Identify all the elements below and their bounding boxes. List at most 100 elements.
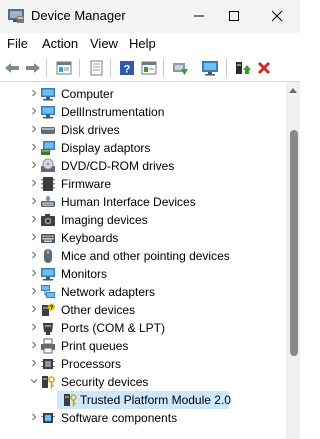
chevron-right-icon[interactable] <box>27 356 41 370</box>
tree-item-disk-drives[interactable]: Disk drives <box>0 121 286 139</box>
tree-item-monitors[interactable]: Monitors <box>0 265 286 283</box>
computer-icon <box>41 88 55 101</box>
chevron-right-icon[interactable] <box>27 212 41 226</box>
tree-item-label: Software components <box>61 411 178 425</box>
view-button[interactable] <box>138 57 160 79</box>
tree-item-ports[interactable]: Ports (COM & LPT) <box>0 319 286 337</box>
tree-item-software-components[interactable]: Software components <box>0 409 286 427</box>
chevron-right-icon[interactable] <box>27 320 41 334</box>
tree-item-label: Trusted Platform Module 2.0 <box>80 393 231 407</box>
title-bar: Device Manager <box>0 0 300 33</box>
tree-item-mice[interactable]: Mice and other pointing devices <box>0 247 286 265</box>
tree-item-tpm[interactable]: Trusted Platform Module 2.0 <box>0 391 286 409</box>
chevron-right-icon[interactable] <box>27 122 41 136</box>
close-icon <box>271 10 283 22</box>
view-icon <box>141 61 157 75</box>
chevron-right-icon[interactable] <box>27 176 41 190</box>
maximize-icon <box>229 11 239 21</box>
menu-help[interactable]: Help <box>129 36 156 51</box>
update-driver-icon <box>173 63 188 75</box>
tree-item-security-devices[interactable]: Security devices <box>0 373 286 391</box>
network-adapter-icon <box>41 285 55 298</box>
tree-item-label: Keyboards <box>61 231 119 245</box>
chevron-right-icon[interactable] <box>27 302 41 316</box>
tree-item-other-devices[interactable]: ? Other devices <box>0 301 286 319</box>
chevron-right-icon[interactable] <box>27 86 41 100</box>
close-button[interactable] <box>258 2 296 30</box>
scrollbar-thumb[interactable] <box>290 130 298 356</box>
tree-item-label: DVD/CD-ROM drives <box>61 159 175 173</box>
scroll-up-arrow-icon[interactable] <box>288 86 298 96</box>
firmware-icon <box>41 177 55 191</box>
help-icon: ? <box>120 61 134 76</box>
minimize-button[interactable] <box>180 2 218 30</box>
enable-device-button[interactable] <box>232 57 254 79</box>
port-icon <box>43 323 53 335</box>
forward-button[interactable] <box>22 57 44 79</box>
uninstall-icon <box>257 61 271 75</box>
tree-item-label: Display adaptors <box>61 141 151 155</box>
toolbar-separator <box>79 59 80 77</box>
tree-item-label: Print queues <box>61 339 129 353</box>
keyboard-icon <box>41 234 55 243</box>
uninstall-button[interactable] <box>253 57 275 79</box>
tree-item-label: Mice and other pointing devices <box>61 249 230 263</box>
tree-item-dellinstrumentation[interactable]: DellInstrumentation <box>0 103 286 121</box>
window-title: Device Manager <box>31 8 126 23</box>
chevron-right-icon[interactable] <box>27 104 41 118</box>
tree-item-label: Disk drives <box>61 123 120 137</box>
chevron-down-icon[interactable] <box>27 374 41 388</box>
chevron-right-icon[interactable] <box>27 266 41 280</box>
svg-text:?: ? <box>124 64 131 76</box>
tree-item-human-interface-devices[interactable]: Human Interface Devices <box>0 193 286 211</box>
tree-item-keyboards[interactable]: Keyboards <box>0 229 286 247</box>
tree-item-label: Imaging devices <box>61 213 148 227</box>
chevron-right-icon[interactable] <box>27 158 41 172</box>
chevron-right-icon[interactable] <box>27 248 41 262</box>
tree-item-print-queues[interactable]: Print queues <box>0 337 286 355</box>
tree-item-label: Network adapters <box>61 285 156 299</box>
chevron-right-icon[interactable] <box>27 230 41 244</box>
tree-item-label: DellInstrumentation <box>61 105 165 119</box>
toolbar-separator <box>110 59 111 77</box>
tree-item-label: Computer <box>61 87 114 101</box>
tree-item-firmware[interactable]: Firmware <box>0 175 286 193</box>
tree-item-display-adaptors[interactable]: Display adaptors <box>0 139 286 157</box>
chevron-right-icon[interactable] <box>27 194 41 208</box>
maximize-button[interactable] <box>215 2 253 30</box>
tree-item-processors[interactable]: Processors <box>0 355 286 373</box>
toolbar-separator <box>163 59 164 77</box>
menu-view[interactable]: View <box>90 36 118 51</box>
dvd-drive-icon <box>41 158 55 172</box>
tree-item-dvd-cd-rom-drives[interactable]: DVD/CD-ROM drives <box>0 157 286 175</box>
minimize-icon <box>194 15 204 17</box>
scan-button[interactable] <box>85 57 107 79</box>
monitor-icon <box>41 106 55 119</box>
back-arrow-icon <box>5 63 19 73</box>
chevron-right-icon[interactable] <box>27 284 41 298</box>
properties-button[interactable] <box>53 57 75 79</box>
device-tree: Computer DellInstrumentation Disk drives… <box>0 82 286 439</box>
svg-text:?: ? <box>50 305 54 311</box>
toolbar-separator <box>226 59 227 77</box>
update-driver-button[interactable] <box>169 57 191 79</box>
tpm-icon <box>64 394 77 407</box>
tree-item-network-adapters[interactable]: Network adapters <box>0 283 286 301</box>
printer-icon <box>41 338 55 354</box>
chevron-right-icon[interactable] <box>27 338 41 352</box>
scan-hardware-button[interactable] <box>199 57 221 79</box>
other-devices-icon: ? <box>42 303 55 316</box>
monitor-icon <box>41 268 55 281</box>
tree-item-imaging-devices[interactable]: Imaging devices <box>0 211 286 229</box>
monitor-icon <box>202 61 218 76</box>
toolbar-separator <box>46 59 47 77</box>
chevron-right-icon[interactable] <box>27 410 41 424</box>
help-button[interactable]: ? <box>116 57 138 79</box>
tree-item-computer[interactable]: Computer <box>0 85 286 103</box>
tree-item-label: Monitors <box>61 267 108 281</box>
back-button[interactable] <box>1 57 23 79</box>
chevron-right-icon[interactable] <box>27 140 41 154</box>
menu-action[interactable]: Action <box>42 36 78 51</box>
tree-item-label: Human Interface Devices <box>61 195 196 209</box>
menu-file[interactable]: File <box>7 36 28 51</box>
